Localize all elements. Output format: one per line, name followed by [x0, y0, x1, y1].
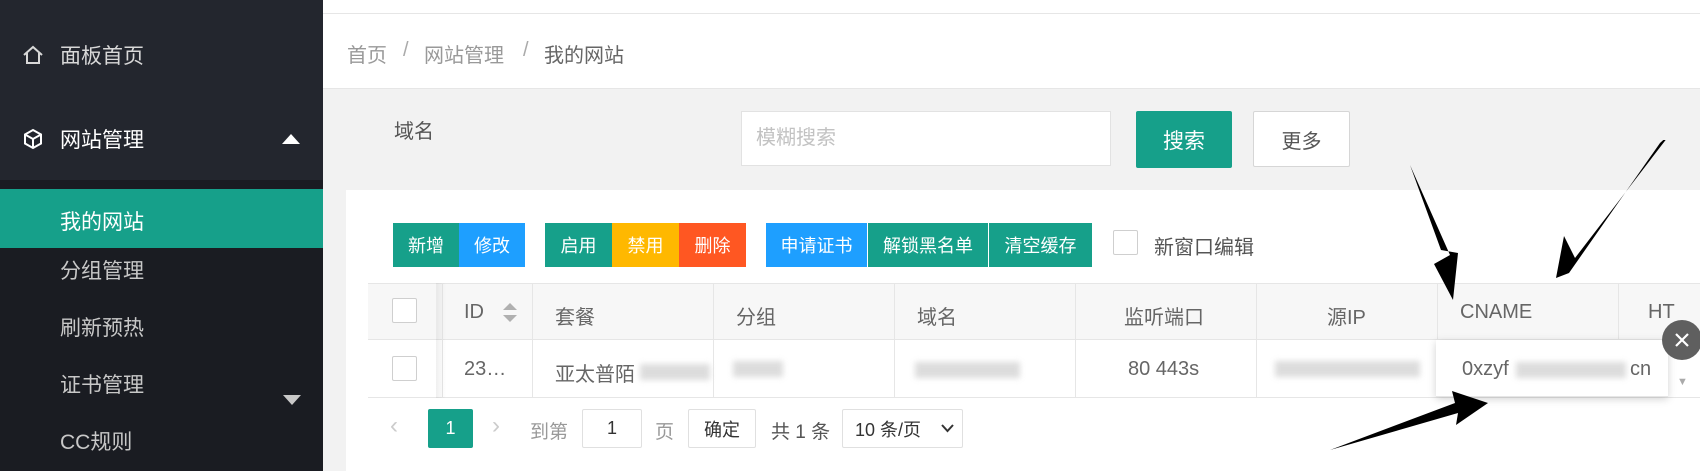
column-header-plan: 套餐: [555, 307, 595, 329]
goto-page-input[interactable]: 1: [582, 409, 642, 448]
page-label: 页: [655, 422, 675, 443]
add-button[interactable]: 新增: [393, 223, 459, 267]
page-size-select[interactable]: 10 条/页: [842, 409, 963, 448]
fixed-column-shadow: [436, 283, 446, 398]
cell-listen-port: 80 443s: [1128, 358, 1200, 380]
sidebar-item-label: 网站管理: [60, 129, 144, 152]
redacted-mask: [640, 364, 710, 380]
clear-cache-button[interactable]: 清空缓存: [989, 223, 1092, 267]
cell-id: 23…: [464, 358, 507, 380]
breadcrumb-site-management[interactable]: 网站管理: [424, 39, 504, 68]
sidebar-item-home[interactable]: 面板首页: [0, 30, 323, 80]
sidebar-item-site-management[interactable]: 网站管理: [0, 112, 323, 166]
arrow-annotation: [1330, 391, 1488, 450]
delete-button[interactable]: 删除: [679, 223, 746, 267]
column-header-listen-port: 监听端口: [1124, 307, 1204, 329]
next-page-icon[interactable]: ›: [492, 412, 500, 440]
top-bar: [323, 0, 1700, 14]
sidebar-item-cc-rules[interactable]: CC规则: [60, 426, 132, 456]
confirm-button[interactable]: 确定: [688, 409, 756, 448]
search-button[interactable]: 搜索: [1136, 111, 1232, 168]
breadcrumb-home[interactable]: 首页: [347, 39, 387, 68]
breadcrumb: 首页 / 网站管理 / 我的网站: [323, 14, 1700, 89]
column-divider: [713, 283, 714, 398]
sidebar-item-group-management[interactable]: 分组管理: [60, 255, 144, 285]
page-size-value: 10 条/页: [855, 419, 922, 440]
disable-button[interactable]: 禁用: [612, 223, 679, 267]
goto-label: 到第: [530, 422, 569, 443]
sidebar-item-refresh-preheat[interactable]: 刷新预热: [60, 312, 144, 342]
sidebar: 面板首页 网站管理 我的网站 分组管理 刷新预热 证书管理 CC规则: [0, 0, 323, 471]
column-header-id[interactable]: ID: [464, 301, 484, 324]
row-checkbox[interactable]: [392, 356, 417, 381]
column-header-group: 分组: [736, 307, 776, 329]
caret-down-icon: [283, 395, 301, 405]
sidebar-item-cert-management[interactable]: 证书管理: [60, 369, 144, 399]
redacted-mask: [733, 361, 783, 377]
column-header-domain: 域名: [917, 307, 957, 329]
enable-button[interactable]: 启用: [545, 223, 612, 267]
column-divider: [1256, 283, 1257, 398]
arrow-annotation: [1556, 140, 1666, 278]
apply-cert-button[interactable]: 申请证书: [766, 223, 867, 267]
cube-icon: [22, 128, 44, 150]
prev-page-icon[interactable]: ‹: [390, 412, 398, 440]
breadcrumb-current: 我的网站: [544, 45, 624, 67]
arrow-annotation: [1410, 165, 1458, 300]
edit-button[interactable]: 修改: [459, 223, 525, 267]
sidebar-item-label: 我的网站: [60, 211, 144, 234]
home-icon: [22, 44, 44, 66]
select-all-checkbox[interactable]: [392, 298, 417, 323]
chevron-down-icon: [941, 424, 954, 433]
new-window-label: 新窗口编辑: [1154, 237, 1254, 259]
sidebar-item-my-sites[interactable]: 我的网站: [0, 189, 323, 248]
new-window-checkbox[interactable]: [1113, 230, 1138, 255]
sort-desc-icon[interactable]: [503, 315, 517, 322]
breadcrumb-separator: /: [523, 39, 529, 61]
sidebar-item-label: 面板首页: [60, 45, 144, 68]
column-divider: [532, 283, 533, 398]
total-count: 共 1 条: [771, 422, 831, 443]
column-divider: [894, 283, 895, 398]
cell-plan: 亚太普陌: [555, 364, 635, 386]
unlock-blacklist-button[interactable]: 解锁黑名单: [868, 223, 988, 267]
breadcrumb-separator: /: [403, 39, 409, 61]
search-input[interactable]: [741, 111, 1111, 166]
caret-up-icon: [282, 134, 300, 144]
redacted-mask: [915, 362, 1020, 378]
column-divider: [1075, 283, 1076, 398]
domain-label: 域名: [394, 121, 434, 143]
annotation-arrows: [1330, 140, 1666, 450]
page-current[interactable]: 1: [428, 409, 473, 448]
sort-asc-icon[interactable]: [503, 303, 517, 310]
